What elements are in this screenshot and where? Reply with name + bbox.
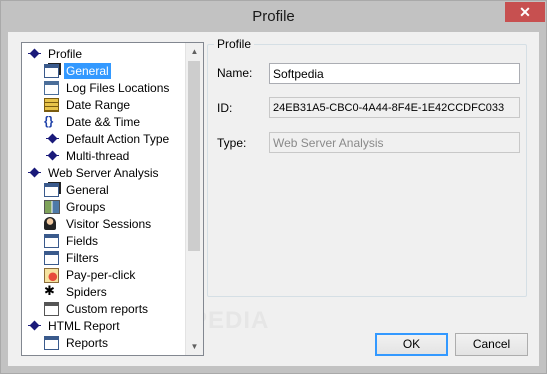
tree-item-label: Visitor Sessions [66, 217, 152, 231]
scroll-up-arrow-icon[interactable]: ▲ [186, 43, 203, 60]
pay-per-click-icon [44, 268, 59, 283]
visitor-icon [44, 217, 56, 230]
calendar-icon [44, 98, 59, 112]
diamond-icon [44, 132, 60, 146]
type-label: Type: [217, 136, 247, 150]
general-icon [44, 64, 59, 78]
diamond-icon [26, 47, 42, 61]
tree-item-label: Filters [66, 251, 99, 265]
custom-reports-icon [44, 302, 59, 316]
type-field: Web Server Analysis [269, 132, 520, 153]
tree-item-label: Profile [48, 47, 83, 61]
group-title: Profile [214, 37, 255, 51]
id-field[interactable]: 24EB31A5-CBC0-4A44-8F4E-1E42CCDFC033 [269, 97, 520, 118]
scrollbar-thumb[interactable] [188, 61, 200, 251]
tree-item-label: Default Action Type [66, 132, 170, 146]
log-files-icon [44, 81, 59, 95]
general-icon [44, 183, 59, 197]
groups-icon [44, 200, 60, 214]
tree-item-label: Pay-per-click [66, 268, 136, 282]
tree-item-label: Fields [66, 234, 99, 248]
settings-tree[interactable]: Profile General Log Files Locations Date Ra… [21, 42, 204, 356]
cancel-button[interactable]: Cancel [455, 333, 528, 356]
braces-icon: {} [44, 114, 54, 128]
window-title: Profile [252, 8, 295, 25]
filters-icon [44, 251, 59, 265]
diamond-icon [26, 319, 42, 333]
profile-group: Profile Name: Softpedia ID: 24EB31A5-CBC… [207, 37, 527, 297]
title-bar[interactable]: Profile ✕ [1, 1, 546, 32]
tree-item-label: Multi-thread [66, 149, 130, 163]
fields-icon [44, 234, 59, 248]
id-label: ID: [217, 101, 233, 115]
tree-item-label: Web Server Analysis [48, 166, 159, 180]
scroll-down-arrow-icon[interactable]: ▼ [186, 338, 203, 355]
tree-scrollbar[interactable]: ▲ ▼ [185, 43, 203, 355]
tree-item-label: General [66, 183, 109, 197]
diamond-icon [26, 166, 42, 180]
tree-item-label: Date Range [66, 98, 131, 112]
tree-item-label: HTML Report [48, 319, 120, 333]
reports-icon [44, 336, 59, 350]
tree-item-label: Log Files Locations [66, 81, 170, 95]
profile-dialog: Profile ✕ SOFTPEDIA ProfileGeneralLog Fi… [0, 0, 547, 374]
tree-item-label: Custom reports [66, 302, 149, 316]
tree-item-label: Groups [66, 200, 106, 214]
close-button[interactable]: ✕ [505, 2, 545, 22]
diamond-icon [44, 149, 60, 163]
ok-button[interactable]: OK [375, 333, 448, 356]
tree-item-label: Spiders [66, 285, 107, 299]
spider-icon: ✱ [44, 283, 55, 298]
dialog-client-area: SOFTPEDIA ProfileGeneralLog Files Locati… [8, 32, 539, 366]
tree-item-label: Date && Time [66, 115, 141, 129]
name-input[interactable]: Softpedia [269, 63, 520, 84]
tree-item-label: General [64, 63, 111, 79]
name-label: Name: [217, 66, 253, 80]
tree-item-label: Reports [66, 336, 109, 350]
